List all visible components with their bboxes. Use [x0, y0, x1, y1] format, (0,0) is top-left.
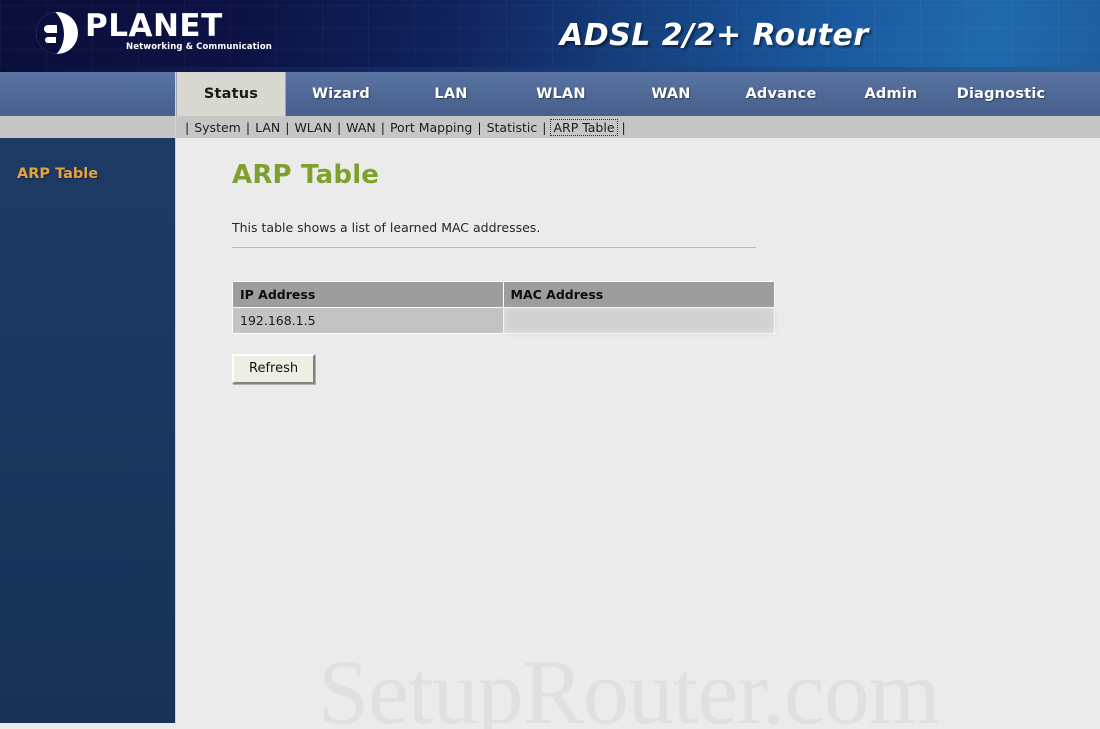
tab-wizard[interactable]: Wizard	[286, 72, 396, 116]
subnav-item-lan[interactable]: LAN	[254, 120, 281, 135]
sidebar-item-arp-table[interactable]: ARP Table	[0, 164, 175, 184]
main-navigation: Status Wizard LAN WLAN WAN Advance Admin…	[0, 72, 1100, 116]
button-row: Refresh	[232, 354, 1100, 384]
planet-logo: PLANET Networking & Communication	[36, 11, 272, 54]
main-content: ARP Table This table shows a list of lea…	[176, 138, 1100, 729]
tab-wlan[interactable]: WLAN	[506, 72, 616, 116]
subnav-separator: |	[477, 119, 482, 135]
logo-tagline: Networking & Communication	[126, 42, 272, 52]
subnav-item-wan[interactable]: WAN	[345, 120, 377, 135]
subnav-separator: |	[245, 119, 251, 135]
cell-mac-address	[502, 307, 776, 334]
subnav-separator: |	[542, 119, 547, 135]
page-body: ARP Table ARP Table This table shows a l…	[0, 138, 1100, 729]
nav-left-spacer	[0, 72, 176, 116]
tab-wan[interactable]: WAN	[616, 72, 726, 116]
page-title: ARP Table	[232, 160, 380, 190]
planet-globe-icon	[36, 12, 78, 54]
subnav-separator: |	[185, 119, 190, 135]
subnav-separator: |	[285, 119, 290, 135]
column-header-mac-address: MAC Address	[502, 281, 776, 308]
logo-brand-name: PLANET	[85, 8, 223, 44]
subnav-separator: |	[336, 119, 342, 135]
tab-advance[interactable]: Advance	[726, 72, 836, 116]
refresh-button[interactable]: Refresh	[232, 354, 316, 384]
table-row: 192.168.1.5	[232, 307, 776, 334]
subnav-item-statistic[interactable]: Statistic	[486, 120, 539, 135]
sidebar: ARP Table	[0, 138, 176, 723]
description-divider	[232, 247, 756, 248]
subnav-item-wlan[interactable]: WLAN	[293, 120, 333, 135]
tab-diagnostic[interactable]: Diagnostic	[946, 72, 1056, 116]
logo-text-block: PLANET Networking & Communication	[85, 11, 272, 52]
router-admin-page: PLANET Networking & Communication ADSL 2…	[0, 0, 1100, 729]
sub-navigation: | System | LAN | WLAN | WAN | Port Mappi…	[0, 116, 1100, 138]
page-description: This table shows a list of learned MAC a…	[232, 220, 541, 235]
cell-ip-address: 192.168.1.5	[232, 307, 504, 334]
table-header-row: IP Address MAC Address	[232, 281, 776, 308]
subnav-separator: |	[621, 119, 626, 135]
subnav-separator: |	[380, 119, 385, 135]
subnav-links: | System | LAN | WLAN | WAN | Port Mappi…	[176, 118, 630, 136]
page-header-banner: PLANET Networking & Communication ADSL 2…	[0, 0, 1100, 72]
arp-table: IP Address MAC Address 192.168.1.5	[232, 281, 776, 334]
subnav-item-port-mapping[interactable]: Port Mapping	[389, 120, 473, 135]
subnav-item-system[interactable]: System	[193, 120, 242, 135]
subnav-left-spacer	[0, 116, 176, 138]
column-header-ip-address: IP Address	[232, 281, 504, 308]
tab-admin[interactable]: Admin	[836, 72, 946, 116]
tab-lan[interactable]: LAN	[396, 72, 506, 116]
subnav-item-arp-table[interactable]: ARP Table	[550, 118, 618, 136]
product-title: ADSL 2/2+ Router	[560, 18, 869, 53]
tab-status[interactable]: Status	[176, 72, 286, 116]
